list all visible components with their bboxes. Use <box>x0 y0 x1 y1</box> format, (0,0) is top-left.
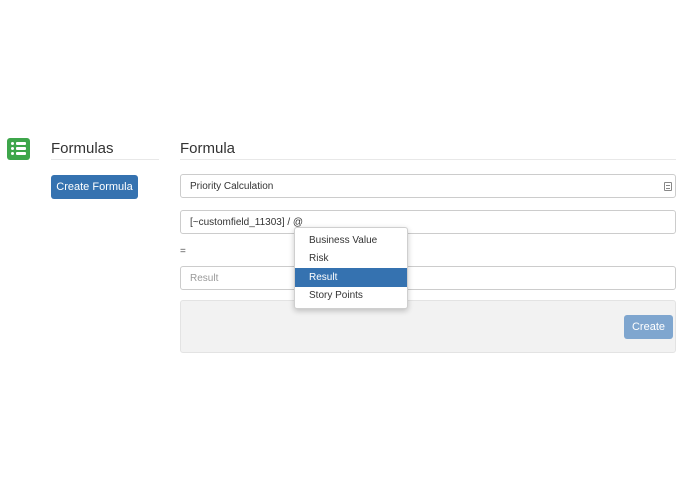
list-icon[interactable] <box>664 182 672 191</box>
sidebar-title: Formulas <box>51 140 159 160</box>
autocomplete-item-risk[interactable]: Risk <box>295 250 407 269</box>
autocomplete-dropdown: Business Value Risk Result Story Points <box>294 227 408 309</box>
formula-name-value: Priority Calculation <box>190 180 274 192</box>
formula-expression-value: [~customfield_11303] / @ <box>190 216 304 228</box>
result-placeholder: Result <box>190 272 219 284</box>
page-title: Formula <box>180 140 676 160</box>
equals-label: = <box>180 246 186 257</box>
formula-name-field[interactable]: Priority Calculation <box>180 174 676 198</box>
formula-expression-field[interactable]: [~customfield_11303] / @ <box>180 210 676 234</box>
create-button[interactable]: Create <box>624 315 673 339</box>
create-formula-button[interactable]: Create Formula <box>51 175 138 199</box>
autocomplete-item-story-points[interactable]: Story Points <box>295 287 407 306</box>
autocomplete-item-business-value[interactable]: Business Value <box>295 231 407 250</box>
formula-grid-icon <box>7 138 30 160</box>
result-field[interactable]: Result <box>180 266 676 290</box>
form-footer-panel <box>180 300 676 353</box>
autocomplete-item-result[interactable]: Result <box>295 268 407 287</box>
